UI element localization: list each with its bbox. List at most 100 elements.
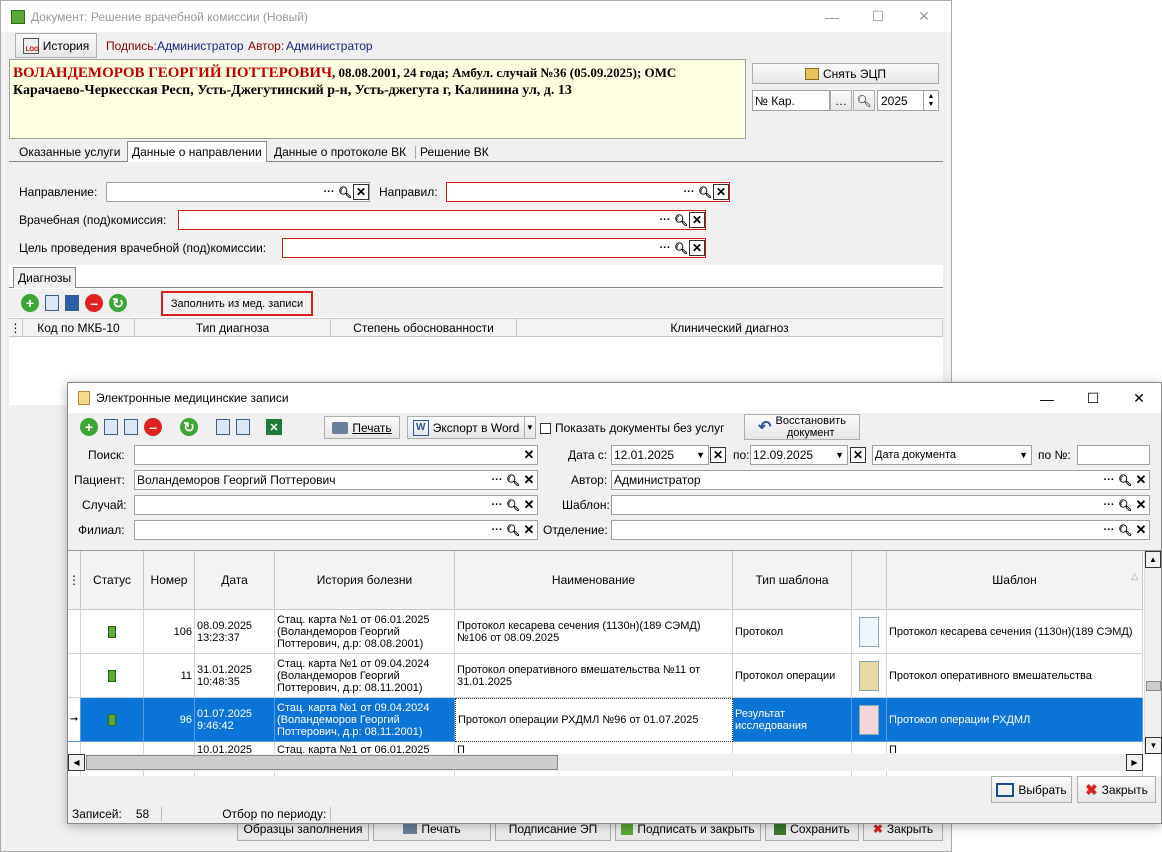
- signature-value[interactable]: Администратор: [157, 39, 244, 53]
- col-diagnosis-type[interactable]: Тип диагноза: [135, 319, 331, 337]
- col-history[interactable]: История болезни: [275, 551, 455, 610]
- maximize-icon[interactable]: ☐: [855, 1, 901, 32]
- dropdown-arrow-icon[interactable]: ▼: [696, 450, 705, 460]
- clear-icon[interactable]: ✕: [521, 472, 537, 488]
- search-icon[interactable]: 🔍︎: [673, 240, 689, 256]
- clear-icon[interactable]: ✕: [1133, 497, 1149, 513]
- number-field[interactable]: [1077, 445, 1150, 465]
- date-from-clear-icon[interactable]: ✕: [710, 447, 726, 463]
- checkbox-icon[interactable]: [540, 422, 551, 434]
- ellipsis-icon[interactable]: ···: [681, 184, 697, 200]
- search-icon[interactable]: 🔍︎: [697, 184, 713, 200]
- ellipsis-icon[interactable]: ···: [321, 184, 337, 200]
- scroll-thumb[interactable]: [1146, 681, 1161, 691]
- search-icon[interactable]: 🔍︎: [1117, 472, 1133, 488]
- clear-icon[interactable]: ✕: [521, 447, 537, 463]
- tab-decision[interactable]: Решение ВК: [416, 141, 493, 163]
- scroll-right-icon[interactable]: ▶: [1126, 754, 1143, 771]
- tab-protocol-data[interactable]: Данные о протоколе ВК: [270, 141, 410, 163]
- col-date[interactable]: Дата: [195, 551, 275, 610]
- vertical-scrollbar[interactable]: ▲ ▼: [1144, 551, 1162, 754]
- tab-direction-data[interactable]: Данные о направлении: [127, 141, 267, 162]
- table-row[interactable]: 106 08.09.2025 13:23:37 Стац. карта №1 от…: [68, 610, 1161, 654]
- card-browse-button[interactable]: …: [830, 90, 852, 111]
- copy-icon[interactable]: [104, 419, 118, 435]
- col-clinical-diagnosis[interactable]: Клинический диагноз: [517, 319, 943, 337]
- col-template-type[interactable]: Тип шаблона: [733, 551, 852, 610]
- clear-icon[interactable]: ✕: [521, 522, 537, 538]
- h-scroll-thumb[interactable]: [86, 755, 558, 770]
- print-button[interactable]: Печать: [324, 416, 400, 439]
- ellipsis-icon[interactable]: ···: [489, 472, 505, 488]
- ellipsis-icon[interactable]: ···: [1101, 472, 1117, 488]
- delete-icon[interactable]: –: [85, 294, 103, 312]
- clear-icon[interactable]: ✕: [689, 212, 705, 228]
- directed-by-field[interactable]: ··· 🔍︎ ✕: [446, 182, 730, 202]
- col-status[interactable]: Статус: [81, 551, 144, 610]
- close-icon[interactable]: ✕: [1116, 383, 1162, 414]
- sign-doc-icon[interactable]: [216, 419, 230, 435]
- scroll-down-icon[interactable]: ▼: [1145, 737, 1162, 754]
- clear-icon[interactable]: ✕: [521, 497, 537, 513]
- col-name[interactable]: Наименование: [455, 551, 733, 610]
- edit-icon[interactable]: [124, 419, 138, 435]
- template-field[interactable]: ··· 🔍︎ ✕: [611, 495, 1150, 515]
- search-icon[interactable]: 🔍︎: [505, 497, 521, 513]
- patient-field[interactable]: Воландеморов Георгий Поттерович ··· 🔍︎ ✕: [134, 470, 538, 490]
- show-without-services-checkbox[interactable]: Показать документы без услуг: [540, 421, 725, 435]
- ellipsis-icon[interactable]: ···: [489, 522, 505, 538]
- author-field[interactable]: Администратор ··· 🔍︎ ✕: [611, 470, 1150, 490]
- col-mkb-code[interactable]: Код по МКБ-10: [23, 319, 135, 337]
- branch-field[interactable]: ··· 🔍︎ ✕: [134, 520, 538, 540]
- refresh-icon[interactable]: ↻: [109, 294, 127, 312]
- select-button[interactable]: Выбрать: [991, 776, 1072, 803]
- table-row-selected[interactable]: ➞ 96 01.07.2025 9:46:42 Стац. карта №1 от…: [68, 698, 1161, 742]
- purpose-field[interactable]: ··· 🔍︎ ✕: [282, 238, 706, 258]
- export-word-button[interactable]: W Экспорт в Word: [407, 416, 525, 439]
- search-icon[interactable]: 🔍︎: [1117, 522, 1133, 538]
- search-input[interactable]: ✕: [134, 445, 538, 465]
- clear-icon[interactable]: ✕: [353, 184, 369, 200]
- minimize-icon[interactable]: —: [809, 1, 855, 32]
- table-row[interactable]: 11 31.01.2025 10:48:35 Стац. карта №1 от …: [68, 654, 1161, 698]
- date-to-clear-icon[interactable]: ✕: [850, 447, 866, 463]
- commission-field[interactable]: ··· 🔍︎ ✕: [178, 210, 706, 230]
- scroll-left-icon[interactable]: ◀: [68, 754, 85, 771]
- date-to-field[interactable]: 12.09.2025 ▼: [750, 445, 848, 465]
- grid-menu-icon[interactable]: ⋮: [68, 551, 81, 610]
- clear-icon[interactable]: ✕: [713, 184, 729, 200]
- clear-icon[interactable]: ✕: [1133, 522, 1149, 538]
- close-icon[interactable]: ✕: [901, 1, 947, 32]
- card-number-field[interactable]: № Кар.: [752, 90, 830, 111]
- export-dropdown-button[interactable]: ▼: [524, 416, 536, 439]
- dropdown-arrow-icon[interactable]: ▼: [835, 450, 844, 460]
- delete-icon[interactable]: –: [144, 418, 162, 436]
- date-type-select[interactable]: Дата документа ▼: [872, 445, 1032, 465]
- refresh-icon[interactable]: ↻: [180, 418, 198, 436]
- year-spinner[interactable]: 2025 ▲ ▼: [877, 90, 939, 111]
- author-value[interactable]: Администратор: [286, 39, 373, 53]
- excel-icon[interactable]: ✕: [266, 419, 282, 435]
- col-template-icon[interactable]: [852, 551, 887, 610]
- spinner-arrows-icon[interactable]: ▲ ▼: [923, 91, 938, 110]
- col-validity-degree[interactable]: Степень обоснованности: [331, 319, 517, 337]
- date-from-field[interactable]: 12.01.2025 ▼: [611, 445, 709, 465]
- add-icon[interactable]: +: [21, 294, 39, 312]
- search-icon[interactable]: 🔍︎: [337, 184, 353, 200]
- fill-from-record-button[interactable]: Заполнить из мед. записи: [161, 291, 313, 316]
- direction-field[interactable]: ··· 🔍︎ ✕: [106, 182, 370, 202]
- search-icon[interactable]: 🔍︎: [505, 472, 521, 488]
- close-dialog-button[interactable]: ✖ Закрыть: [1077, 776, 1156, 803]
- search-icon[interactable]: 🔍︎: [1117, 497, 1133, 513]
- horizontal-scrollbar[interactable]: ◀ ▶: [68, 754, 1144, 771]
- dropdown-arrow-icon[interactable]: ▼: [1019, 450, 1028, 460]
- add-icon[interactable]: +: [80, 418, 98, 436]
- restore-document-button[interactable]: ↶ Восстановить документ: [744, 414, 860, 440]
- case-field[interactable]: ··· 🔍︎ ✕: [134, 495, 538, 515]
- remove-ecp-button[interactable]: Снять ЭЦП: [752, 63, 939, 84]
- ellipsis-icon[interactable]: ···: [657, 240, 673, 256]
- minimize-icon[interactable]: —: [1024, 383, 1070, 414]
- tab-diagnoses[interactable]: Диагнозы: [13, 267, 77, 288]
- ellipsis-icon[interactable]: ···: [657, 212, 673, 228]
- clear-icon[interactable]: ✕: [1133, 472, 1149, 488]
